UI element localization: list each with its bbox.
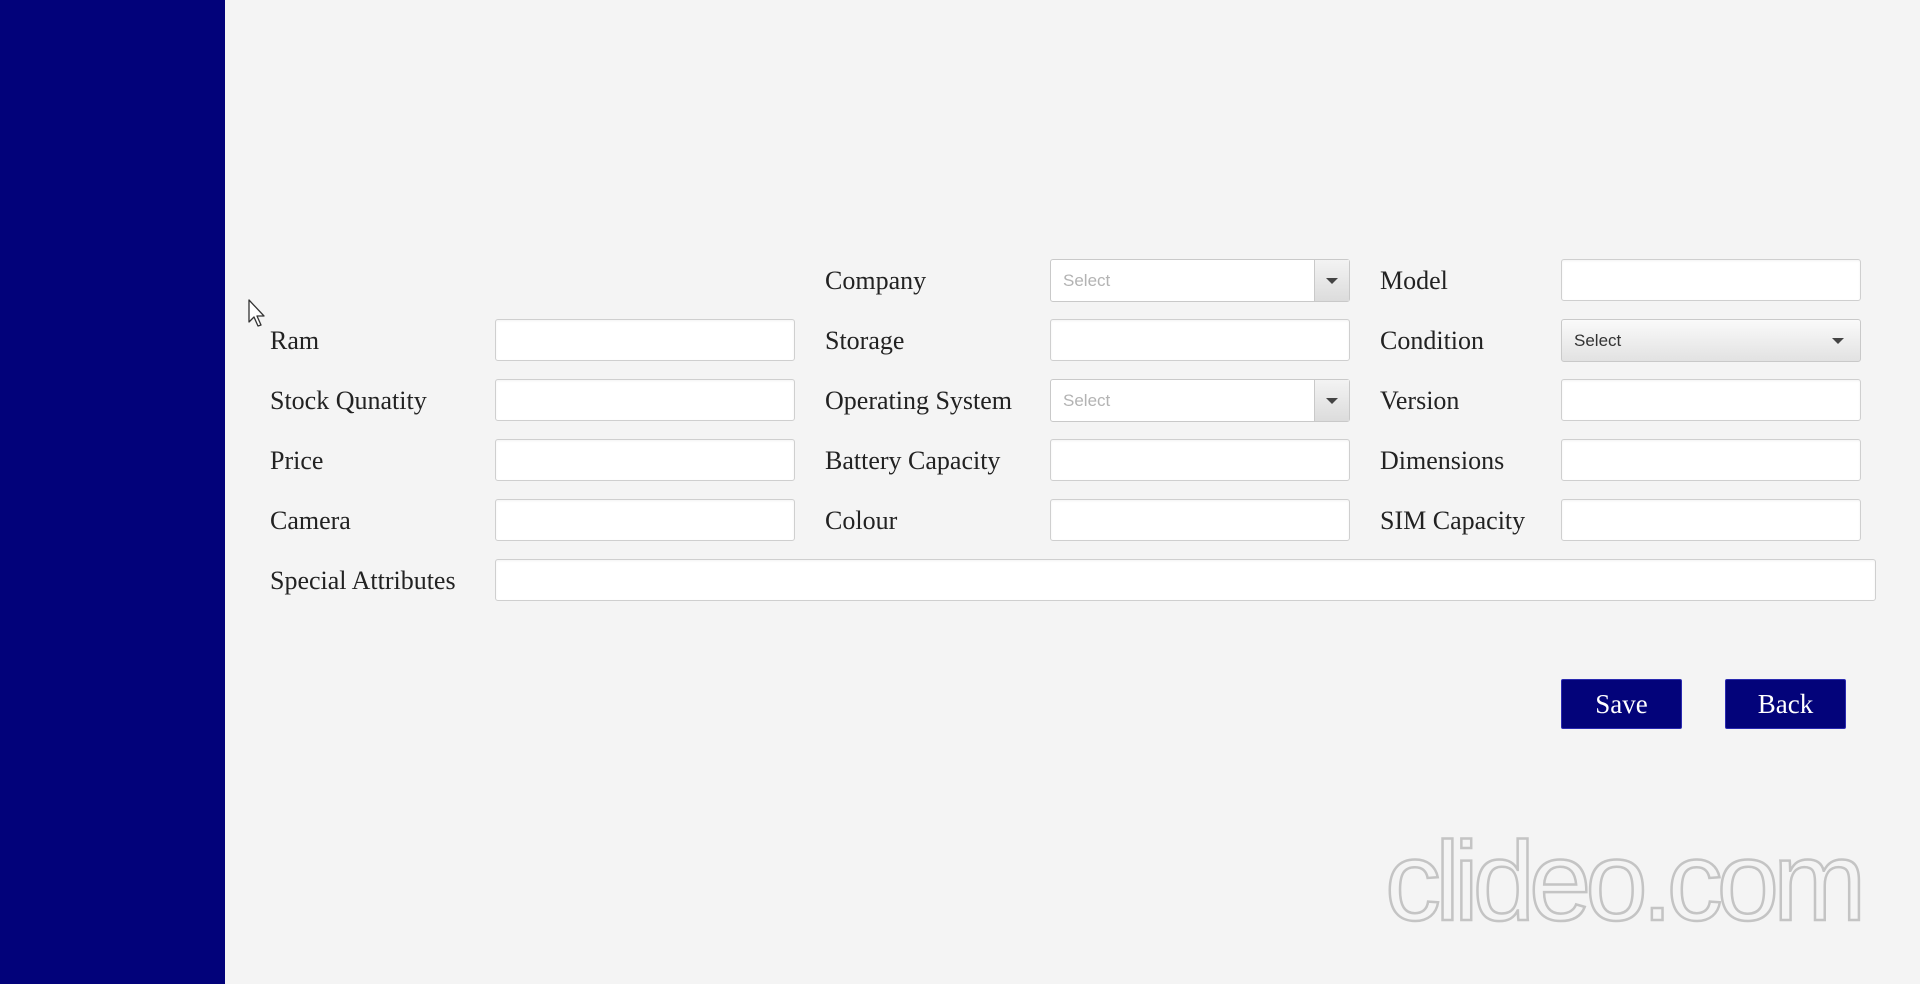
mouse-cursor-icon bbox=[248, 299, 265, 327]
battery-capacity-label: Battery Capacity bbox=[825, 446, 1001, 475]
camera-input[interactable] bbox=[495, 499, 795, 541]
sim-capacity-input[interactable] bbox=[1561, 499, 1861, 541]
stock-quantity-input[interactable] bbox=[495, 379, 795, 421]
version-input[interactable] bbox=[1561, 379, 1861, 421]
watermark-logo: clideo.com bbox=[1384, 819, 1868, 944]
version-label: Version bbox=[1380, 386, 1460, 415]
colour-input[interactable] bbox=[1050, 499, 1350, 541]
save-button[interactable]: Save bbox=[1561, 679, 1682, 729]
special-attributes-input[interactable] bbox=[495, 559, 1876, 601]
company-dropdown-button[interactable] bbox=[1314, 260, 1349, 301]
operating-system-select[interactable]: Select bbox=[1050, 379, 1350, 422]
stock-quantity-label: Stock Qunatity bbox=[270, 386, 427, 415]
operating-system-dropdown-button[interactable] bbox=[1314, 380, 1349, 421]
company-label: Company bbox=[825, 266, 927, 295]
price-label: Price bbox=[270, 446, 324, 475]
model-input[interactable] bbox=[1561, 259, 1861, 301]
back-button[interactable]: Back bbox=[1725, 679, 1846, 729]
dimensions-label: Dimensions bbox=[1380, 446, 1505, 475]
sidebar bbox=[0, 0, 225, 984]
ram-label: Ram bbox=[270, 326, 320, 355]
ram-input[interactable] bbox=[495, 319, 795, 361]
battery-capacity-input[interactable] bbox=[1050, 439, 1350, 481]
company-select[interactable]: Select bbox=[1050, 259, 1350, 302]
company-select-value: Select bbox=[1063, 271, 1111, 290]
special-attributes-label: Special Attributes bbox=[270, 566, 456, 595]
camera-label: Camera bbox=[270, 506, 351, 535]
price-input[interactable] bbox=[495, 439, 795, 481]
operating-system-select-value: Select bbox=[1063, 391, 1111, 410]
storage-label: Storage bbox=[825, 326, 905, 355]
sim-capacity-label: SIM Capacity bbox=[1380, 506, 1526, 535]
condition-select[interactable]: Select bbox=[1561, 319, 1861, 362]
colour-label: Colour bbox=[825, 506, 898, 535]
dimensions-input[interactable] bbox=[1561, 439, 1861, 481]
chevron-down-icon bbox=[1832, 337, 1844, 344]
condition-label: Condition bbox=[1380, 326, 1485, 355]
operating-system-label: Operating System bbox=[825, 386, 1013, 415]
storage-input[interactable] bbox=[1050, 319, 1350, 361]
chevron-down-icon bbox=[1326, 277, 1338, 284]
model-label: Model bbox=[1380, 266, 1448, 295]
chevron-down-icon bbox=[1326, 397, 1338, 404]
condition-select-value: Select bbox=[1574, 331, 1622, 350]
